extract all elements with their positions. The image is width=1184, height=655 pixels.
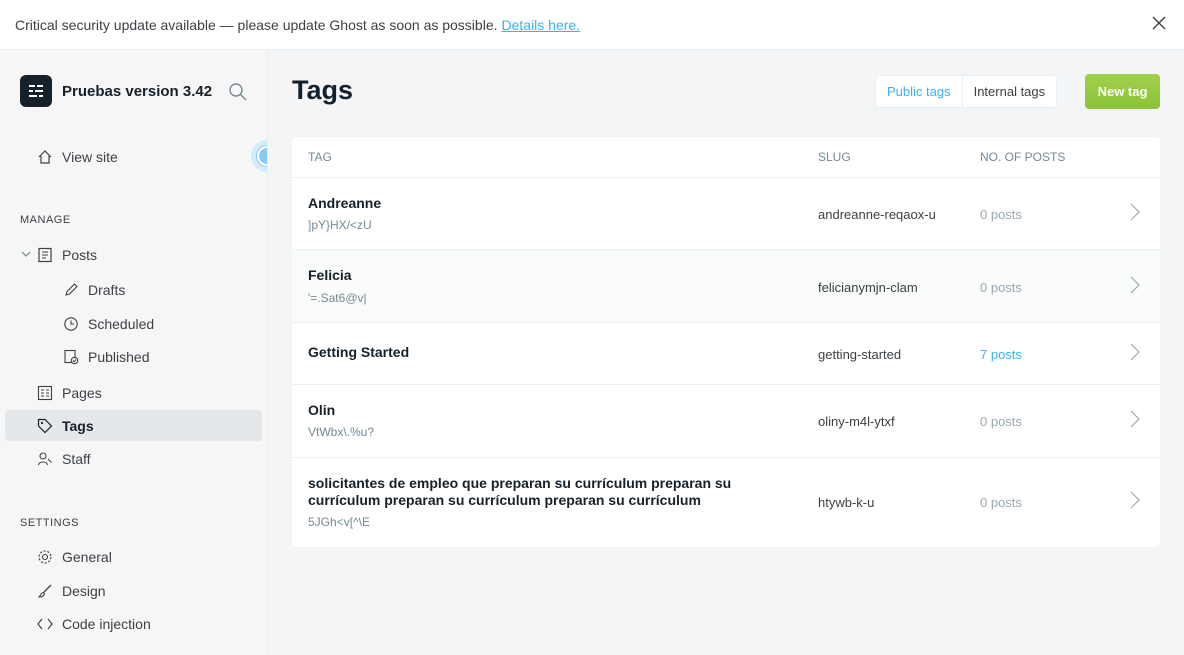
tag-name: Olin [308, 402, 336, 418]
nav-code-injection[interactable]: Code injection [5, 608, 262, 639]
search-icon[interactable] [228, 82, 248, 102]
table-row[interactable]: solicitantes de empleo que preparan su c… [292, 458, 1160, 547]
nav-drafts[interactable]: Drafts [5, 274, 262, 305]
tag-type-toggle: Public tags Internal tags [875, 75, 1058, 108]
manage-section-label: MANAGE [20, 214, 71, 226]
alert-message: Critical security update available — ple… [15, 16, 498, 33]
table-row[interactable]: Felicia '=.Sat6@v| felicianymjn-clam 0 p… [292, 250, 1160, 323]
pencil-icon [62, 281, 80, 299]
close-icon[interactable] [1152, 16, 1166, 30]
chevron-right-icon [1130, 203, 1140, 221]
tag-post-count[interactable]: 0 posts [980, 495, 1022, 510]
published-icon [62, 348, 80, 366]
nav-published-label: Published [88, 348, 150, 365]
column-posts: NO. OF POSTS [980, 150, 1066, 164]
tag-slug: felicianymjn-clam [818, 280, 918, 295]
nav-code-injection-label: Code injection [62, 615, 151, 632]
clock-icon [62, 315, 80, 333]
nav-scheduled[interactable]: Scheduled [5, 308, 262, 339]
chevron-right-icon [1130, 491, 1140, 509]
nav-design[interactable]: Design [5, 575, 262, 606]
alert-details-link[interactable]: Details here. [502, 17, 581, 33]
nav-tags-label: Tags [62, 417, 94, 434]
nav-view-site-label: View site [62, 148, 118, 165]
tag-post-count[interactable]: 0 posts [980, 207, 1022, 222]
column-tag: TAG [308, 150, 332, 164]
sidebar: Pruebas version 3.42 View site MANAGE Po… [0, 50, 268, 655]
table-header: TAG SLUG NO. OF POSTS [292, 137, 1160, 178]
chevron-right-icon [1130, 343, 1140, 361]
internal-tags-tab[interactable]: Internal tags [963, 76, 1057, 107]
table-row[interactable]: Getting Started getting-started 7 posts [292, 323, 1160, 385]
tag-slug: andreanne-reqaox-u [818, 207, 936, 222]
nav-staff[interactable]: Staff [5, 443, 262, 474]
tag-description: ]pY}HX/<zU [308, 218, 372, 232]
nav-tags[interactable]: Tags [5, 410, 262, 441]
nav-staff-label: Staff [62, 450, 91, 467]
brush-icon [36, 582, 54, 600]
tag-post-count[interactable]: 0 posts [980, 280, 1022, 295]
nav-pages-label: Pages [62, 384, 102, 401]
tag-name: Felicia [308, 267, 352, 283]
staff-icon [36, 450, 54, 468]
tag-description: VtWbx\.%u? [308, 425, 375, 439]
main-content: Tags Public tags Internal tags New tag T… [268, 50, 1184, 655]
nav-drafts-label: Drafts [88, 281, 126, 298]
settings-section-label: SETTINGS [20, 517, 80, 529]
page-title: Tags [292, 75, 354, 105]
table-row[interactable]: Andreanne ]pY}HX/<zU andreanne-reqaox-u … [292, 178, 1160, 250]
pages-icon [36, 384, 54, 402]
home-icon [36, 148, 54, 166]
tag-slug: oliny-m4l-ytxf [818, 414, 895, 429]
site-title: Pruebas version 3.42 [62, 82, 213, 100]
chevron-right-icon [1130, 276, 1140, 294]
public-tags-tab[interactable]: Public tags [876, 76, 963, 107]
nav-general[interactable]: General [5, 541, 262, 572]
alert-banner: Critical security update available — ple… [0, 0, 1184, 50]
tag-post-count[interactable]: 0 posts [980, 414, 1022, 429]
tag-name: solicitantes de empleo que preparan su c… [308, 475, 732, 508]
posts-icon [36, 246, 54, 264]
new-tag-button[interactable]: New tag [1085, 74, 1160, 109]
tags-table: TAG SLUG NO. OF POSTS Andreanne ]pY}HX/<… [292, 137, 1160, 547]
tag-description: 5JGh<v[^\E [308, 515, 370, 529]
column-slug: SLUG [818, 150, 851, 164]
nav-posts-label: Posts [62, 246, 98, 263]
chevron-right-icon [1130, 410, 1140, 428]
table-row[interactable]: Olin VtWbx\.%u? oliny-m4l-ytxf 0 posts [292, 385, 1160, 458]
tag-name: Andreanne [308, 195, 382, 211]
nav-view-site[interactable]: View site [5, 141, 262, 172]
tag-icon [36, 417, 54, 435]
tag-post-count[interactable]: 7 posts [980, 347, 1022, 362]
nav-pages[interactable]: Pages [5, 377, 262, 408]
nav-general-label: General [62, 548, 112, 565]
tag-description: '=.Sat6@v| [308, 291, 367, 305]
nav-design-label: Design [62, 582, 106, 599]
site-logo-icon [20, 75, 52, 107]
gear-icon [36, 548, 54, 566]
code-icon [36, 615, 54, 633]
nav-published[interactable]: Published [5, 341, 262, 372]
tag-name: Getting Started [308, 344, 410, 360]
nav-scheduled-label: Scheduled [88, 315, 155, 332]
tag-slug: getting-started [818, 347, 902, 362]
site-brand[interactable]: Pruebas version 3.42 [20, 75, 212, 107]
nav-posts[interactable]: Posts [5, 239, 262, 270]
tag-slug: htywb-k-u [818, 495, 875, 510]
